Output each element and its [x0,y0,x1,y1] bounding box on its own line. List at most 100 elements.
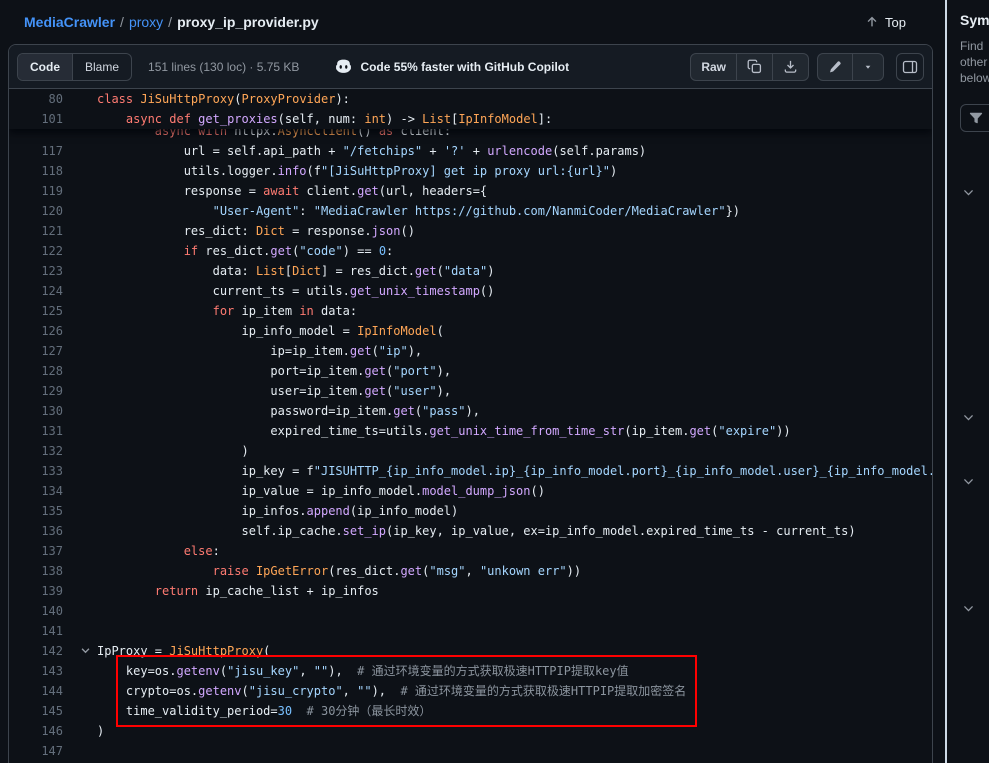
line-number[interactable]: 125 [9,301,97,321]
code-text: self.ip_cache.set_ip(ip_key, ip_value, e… [97,521,932,541]
line-number[interactable]: 143 [9,661,97,681]
line-number[interactable]: 101 [9,109,97,129]
description-line: Find [960,38,989,54]
code-text: utils.logger.info(f"[JiSuHttpProxy] get … [97,161,932,181]
code-line: 117 url = self.api_path + "/fetchips" + … [9,141,932,161]
code-text: password=ip_item.get("pass"), [97,401,932,421]
code-line: 136 self.ip_cache.set_ip(ip_key, ip_valu… [9,521,932,541]
breadcrumb-repo-link[interactable]: MediaCrawler [24,14,115,30]
copy-button[interactable] [736,54,772,80]
line-number[interactable]: 136 [9,521,97,541]
line-number[interactable]: 146 [9,721,97,741]
code-text: time_validity_period=30 # 30分钟（最长时效） [97,701,932,721]
line-number[interactable]: 121 [9,221,97,241]
breadcrumb-folder-link[interactable]: proxy [129,14,163,30]
line-number[interactable]: 127 [9,341,97,361]
symbols-group-chevron-icon[interactable] [962,602,975,615]
code-text [97,601,932,621]
line-number[interactable]: 122 [9,241,97,261]
line-number[interactable]: 129 [9,381,97,401]
code-text: response = await client.get(url, headers… [97,181,932,201]
triangle-down-icon [863,62,873,72]
code-text: ip_key = f"JISUHTTP_{ip_info_model.ip}_{… [97,461,932,481]
code-line: 141 [9,621,932,641]
filter-icon [969,111,983,125]
code-line: 122 if res_dict.get("code") == 0: [9,241,932,261]
breadcrumb: MediaCrawler/proxy/proxy_ip_provider.py [24,14,319,30]
line-number[interactable]: 123 [9,261,97,281]
line-number[interactable]: 128 [9,361,97,381]
code-line: 129 user=ip_item.get("user"), [9,381,932,401]
line-number[interactable]: 120 [9,201,97,221]
edit-dropdown-button[interactable] [852,54,883,80]
code-view: 80class JiSuHttpProxy(ProxyProvider):101… [9,89,932,763]
download-button[interactable] [772,54,808,80]
line-number[interactable]: 139 [9,581,97,601]
tab-code[interactable]: Code [18,54,73,80]
scroll-to-top-button[interactable]: Top [859,11,912,34]
code-line: 143 key=os.getenv("jisu_key", ""), # 通过环… [9,661,932,681]
line-number[interactable]: 130 [9,401,97,421]
line-number[interactable]: 135 [9,501,97,521]
breadcrumb-filename: proxy_ip_provider.py [177,14,319,30]
code-text: res_dict: Dict = response.json() [97,221,932,241]
code-line: 146) [9,721,932,741]
line-number[interactable]: 144 [9,681,97,701]
code-text: return ip_cache_list + ip_infos [97,581,932,601]
line-number[interactable]: 119 [9,181,97,201]
code-line: 147 [9,741,932,761]
code-line: 139 return ip_cache_list + ip_infos [9,581,932,601]
code-line: async with httpx.AsyncClient() as client… [9,129,932,141]
symbols-group-chevron-icon[interactable] [962,475,975,488]
edit-button[interactable] [818,54,852,80]
raw-actions-group: Raw [690,53,809,81]
symbols-group-chevron-icon[interactable] [962,411,975,424]
line-number[interactable]: 131 [9,421,97,441]
symbols-panel-icon [902,59,918,75]
line-number[interactable]: 80 [9,89,97,109]
line-number[interactable]: 124 [9,281,97,301]
code-text: url = self.api_path + "/fetchips" + '?' … [97,141,932,161]
code-line: 120 "User-Agent": "MediaCrawler https://… [9,201,932,221]
symbols-panel-button[interactable] [896,53,924,81]
toolbar-actions: Raw [690,53,924,81]
breadcrumb-separator: / [120,14,124,30]
breadcrumb-bar: MediaCrawler/proxy/proxy_ip_provider.py … [0,0,945,44]
line-number[interactable]: 140 [9,601,97,621]
sticky-context-lines: 80class JiSuHttpProxy(ProxyProvider):101… [9,89,932,129]
code-text: IpProxy = JiSuHttpProxy( [97,641,932,661]
code-line: 138 raise IpGetError(res_dict.get("msg",… [9,561,932,581]
top-label: Top [885,15,906,30]
line-number[interactable]: 147 [9,741,97,761]
line-number[interactable]: 133 [9,461,97,481]
code-text: "User-Agent": "MediaCrawler https://gith… [97,201,932,221]
line-number[interactable] [9,129,97,141]
copilot-banner-text: Code 55% faster with GitHub Copilot [360,60,569,74]
line-number[interactable]: 134 [9,481,97,501]
line-number[interactable]: 145 [9,701,97,721]
code-line: 134 ip_value = ip_info_model.model_dump_… [9,481,932,501]
line-number[interactable]: 126 [9,321,97,341]
line-number[interactable]: 137 [9,541,97,561]
raw-button[interactable]: Raw [691,54,736,80]
line-number[interactable]: 138 [9,561,97,581]
copilot-banner[interactable]: Code 55% faster with GitHub Copilot [335,58,569,75]
code-line: 142IpProxy = JiSuHttpProxy( [9,641,932,661]
fold-chevron-icon[interactable] [80,645,91,656]
code-line: 145 time_validity_period=30 # 30分钟（最长时效） [9,701,932,721]
code-text: crypto=os.getenv("jisu_crypto", ""), # 通… [97,681,932,701]
code-text: raise IpGetError(res_dict.get("msg", "un… [97,561,932,581]
code-line: 118 utils.logger.info(f"[JiSuHttpProxy] … [9,161,932,181]
symbols-group-chevron-icon[interactable] [962,186,975,199]
tab-blame[interactable]: Blame [73,54,131,80]
line-number[interactable]: 118 [9,161,97,181]
filter-symbols-input[interactable] [960,104,989,132]
line-number[interactable]: 132 [9,441,97,461]
line-number[interactable]: 141 [9,621,97,641]
line-number[interactable]: 117 [9,141,97,161]
code-text: async with httpx.AsyncClient() as client… [97,129,932,141]
code-text: port=ip_item.get("port"), [97,361,932,381]
line-number[interactable]: 142 [9,641,97,661]
code-text: data: List[Dict] = res_dict.get("data") [97,261,932,281]
code-line: 125 for ip_item in data: [9,301,932,321]
